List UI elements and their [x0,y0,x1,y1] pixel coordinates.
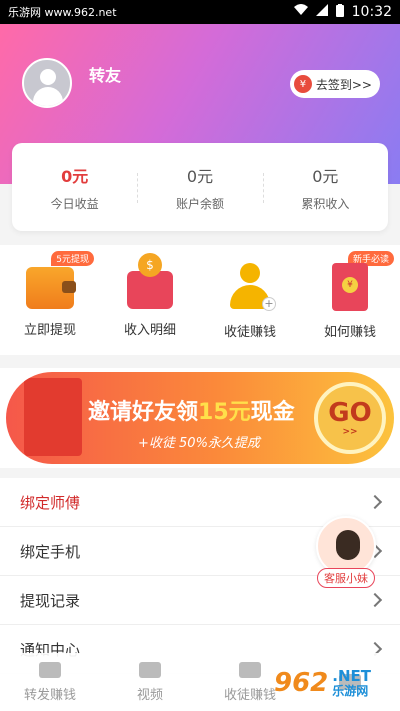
tab-label: 视频 [136,687,163,703]
coin-icon: $ [138,253,162,277]
stat-label: 账户余额 [175,196,224,211]
watermark-line: 乐游网 [332,683,369,698]
status-time: 10:32 [351,4,392,20]
checkin-label: 去签到>> [315,77,372,92]
tab-forward-earn[interactable]: 转发赚钱 [0,653,100,711]
action-label: 收入明细 [123,323,176,338]
signal-icon [315,4,328,20]
stats-card: 0元 今日收益 0元 账户余额 0元 累积收入 [12,143,388,231]
stat-value: 0元 [61,166,89,186]
menu-label: 绑定手机 [20,542,81,561]
red-envelope-icon: ¥ [332,263,368,311]
action-label: 立即提现 [23,323,76,338]
watermark-number: 962 [274,668,329,698]
action-label: 如何赚钱 [323,325,376,340]
banner-subtitle: +收徒 50%永久提成 [138,436,260,451]
person-icon [239,661,261,678]
banner-title-part: 现金 [250,400,295,425]
invite-banner[interactable]: 邀请好友领15元现金 +收徒 50%永久提成 GO >> [0,368,400,468]
stat-total-income[interactable]: 0元 累积收入 [262,143,388,231]
customer-service-button[interactable]: 客服小妹 [311,516,381,588]
stat-label: 累积收入 [301,196,350,211]
action-withdraw[interactable]: 5元提现 立即提现 [0,245,100,355]
banner-title-amount: 15元 [198,400,251,425]
quick-actions: 5元提现 立即提现 $ 收入明细 + 收徒赚钱 新手必读 ¥ 如何赚钱 [0,245,400,355]
stat-balance[interactable]: 0元 账户余额 [137,143,262,231]
coin-icon: ¥ [293,75,312,93]
red-packet-illustration [24,378,82,456]
avatar-head-shape [40,69,56,85]
chevron-right-icon [367,494,383,510]
invite-banner-body[interactable]: 邀请好友领15元现金 +收徒 50%永久提成 GO >> [6,372,394,464]
stat-label: 今日收益 [50,196,99,211]
stat-value: 0元 [186,166,214,186]
purse-icon: $ [127,253,173,309]
wallet-icon [26,267,76,309]
avatar[interactable] [22,58,72,108]
status-bar: 乐游网 www.962.net 10:32 [0,0,400,24]
banner-title: 邀请好友领15元现金 [88,394,295,426]
action-recruit[interactable]: + 收徒赚钱 [200,245,300,355]
menu-label: 绑定师傅 [20,493,81,512]
checkin-button[interactable]: ¥ 去签到>> [289,70,380,98]
username: 转友 [89,66,122,85]
status-icons: 10:32 [293,3,392,21]
wifi-icon [293,4,308,20]
customer-service-label: 客服小妹 [317,568,375,588]
share-icon [39,661,61,678]
watermark-line: .NET [332,667,372,686]
video-icon [139,661,161,678]
action-label: 收徒赚钱 [223,325,276,340]
customer-service-avatar-icon [316,516,376,576]
avatar-body-shape [33,87,63,106]
battery-icon [335,3,344,21]
withdraw-tag: 5元提现 [51,251,94,266]
person-add-icon: + [228,263,276,311]
status-watermark: 乐游网 www.962.net [8,6,117,19]
chevron-right-icon [367,592,383,608]
tab-video[interactable]: 视频 [100,653,200,711]
action-how-to-earn[interactable]: 新手必读 ¥ 如何赚钱 [300,245,400,355]
action-income-detail[interactable]: $ 收入明细 [100,245,200,355]
banner-title-part: 邀请好友领 [88,400,199,425]
site-watermark-logo: 962 .NET 乐游网 [274,661,394,705]
menu-label: 提现记录 [20,591,81,610]
go-arrows: >> [342,426,358,437]
watermark-text: .NET 乐游网 [332,668,371,698]
tab-label: 收徒赚钱 [223,687,276,703]
go-button[interactable]: GO >> [314,382,386,454]
tab-label: 转发赚钱 [23,687,76,703]
stat-value: 0元 [312,166,339,186]
go-label: GO [328,397,372,428]
stat-today-earnings[interactable]: 0元 今日收益 [12,143,137,231]
